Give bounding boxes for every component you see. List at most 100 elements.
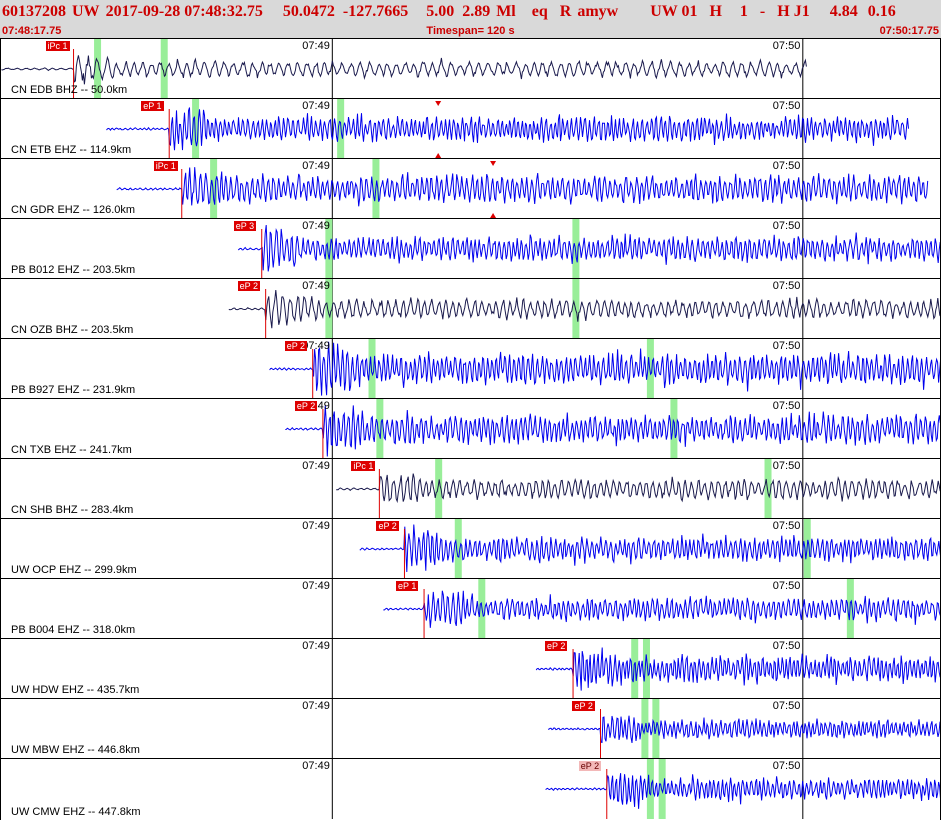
waveform-trace <box>547 715 940 744</box>
waveform-trace <box>383 590 940 628</box>
header-review: R <box>559 3 572 20</box>
waveform-panel[interactable]: 07:49 07:50 eP 2 PB B927 EHZ -- 231.9km <box>0 338 941 398</box>
minute-tick-label: 07:50 <box>772 100 801 112</box>
waveform-trace <box>116 167 929 207</box>
header-event-type: eq <box>531 3 548 20</box>
channel-distance-label: CN GDR EHZ -- 126.0km <box>11 204 136 216</box>
phase-pick-label[interactable]: eP 3 <box>233 221 257 231</box>
channel-distance-label: CN SHB BHZ -- 283.4km <box>11 504 134 516</box>
header-crust: H J1 <box>777 3 810 20</box>
phase-pick-label[interactable]: eP 2 <box>284 341 308 351</box>
minute-tick-label: 07:50 <box>772 40 801 52</box>
waveform-panel[interactable]: 07:49 07:50 iPc 1 CN SHB BHZ -- 283.4km <box>0 458 941 518</box>
waveform-trace <box>237 224 940 272</box>
header-analyst: amyw <box>577 3 619 20</box>
channel-distance-label: UW OCP EHZ -- 299.9km <box>11 564 137 576</box>
minute-tick-label: 07:49 <box>302 220 330 232</box>
waveform-trace <box>359 524 940 573</box>
phase-pick-label[interactable]: eP 1 <box>396 581 419 591</box>
minute-tick-label: 07:49 <box>302 460 330 472</box>
phase-pick-label[interactable]: eP 2 <box>545 641 568 651</box>
phase-pick-label[interactable]: eP 2 <box>572 701 595 711</box>
phase-pick-label[interactable]: eP 2 <box>237 281 261 291</box>
waveform-trace <box>1 55 807 85</box>
phase-pick-label[interactable]: eP 1 <box>141 101 164 111</box>
header-rms2: 0.16 <box>867 3 896 20</box>
minute-tick-label: 07:50 <box>772 400 801 412</box>
predicted-arrival-marker <box>454 519 462 578</box>
minute-tick-label: 07:50 <box>772 280 801 292</box>
header-rms1: 4.84 <box>829 3 858 20</box>
minute-tick-label: 07:49 <box>302 580 330 592</box>
header-dash: - <box>759 3 766 20</box>
waveform-panel[interactable]: 07:49 07:50 iPc 1 CN EDB BHZ -- 50.0km <box>0 38 941 98</box>
waveform-panel[interactable]: 07:49 07:50 eP 2 UW MBW EHZ -- 446.8km <box>0 698 941 758</box>
end-time-label: 07:50:17.75 <box>879 25 939 37</box>
header-depth: 5.00 <box>426 3 455 20</box>
channel-distance-label: UW CMW EHZ -- 447.8km <box>11 806 141 818</box>
channel-distance-label: PB B012 EHZ -- 203.5km <box>11 264 136 276</box>
predicted-arrival-marker <box>376 399 384 458</box>
phase-pick-label[interactable]: eP 2 <box>376 521 399 531</box>
minute-tick-label: 07:50 <box>772 460 801 472</box>
minute-tick-label: 07:50 <box>772 340 801 352</box>
waveform-panel[interactable]: 07:49 07:50 iPc 1 CN GDR EHZ -- 126.0km <box>0 158 941 218</box>
minute-tick-label: 07:49 <box>302 700 330 712</box>
waveform-trace <box>285 405 940 457</box>
minute-tick-label: 07:49 <box>302 520 330 532</box>
event-summary-header: 60137208 UW 2017-09-28 07:48:32.75 50.0472-… <box>0 0 941 24</box>
waveform-panel[interactable]: 07:49 07:50 eP 3 PB B012 EHZ -- 203.5km <box>0 218 941 278</box>
waveform-trace <box>228 290 940 329</box>
phase-pick-label[interactable]: eP 2 <box>578 761 602 771</box>
phase-pick-label[interactable]: eP 2 <box>294 401 318 411</box>
predicted-arrival-marker <box>210 159 218 218</box>
amplitude-flag-icon[interactable] <box>435 101 442 106</box>
predicted-arrival-marker <box>658 759 666 819</box>
header-longitude: -127.7665 <box>342 3 409 20</box>
minute-tick-label: 07:49 <box>302 640 330 652</box>
waveform-panel[interactable]: 07:4907:50eP 2CN TXB EHZ -- 241.7km <box>0 398 941 458</box>
minute-tick-label: 07:50 <box>772 640 801 652</box>
waveform-panel[interactable]: 07:49 07:50 eP 2 CN OZB BHZ -- 203.5km <box>0 278 941 338</box>
waveform-trace <box>336 473 940 504</box>
phase-pick-label[interactable]: iPc 1 <box>351 461 376 471</box>
channel-distance-label: CN ETB EHZ -- 114.9km <box>11 144 132 156</box>
channel-distance-label: UW MBW EHZ -- 446.8km <box>11 744 140 756</box>
waveform-trace <box>545 773 940 809</box>
minute-tick-label: 07:49 <box>302 160 330 172</box>
waveform-trace <box>535 647 940 691</box>
phase-pick-label[interactable]: iPc 1 <box>45 41 70 51</box>
minute-tick-label: 07:50 <box>772 160 801 172</box>
minute-tick-label: 07:49 <box>302 280 330 292</box>
channel-distance-label: PB B004 EHZ -- 318.0km <box>11 624 136 636</box>
channel-distance-label: CN TXB EHZ -- 241.7km <box>11 444 132 456</box>
amplitude-flag-icon[interactable] <box>490 161 497 166</box>
header-origin-time: 2017-09-28 07:48:32.75 <box>105 3 263 20</box>
minute-tick-label: 07:50 <box>772 580 801 592</box>
waveform-panel[interactable]: 07:49 07:50 eP 2 UW HDW EHZ -- 435.7km <box>0 638 941 698</box>
predicted-arrival-marker <box>631 639 639 698</box>
minute-tick-label: 07:49 <box>302 760 330 772</box>
header-gtype: H <box>709 3 722 20</box>
header-mag-type: Ml <box>496 3 516 20</box>
channel-distance-label: CN EDB BHZ -- 50.0km <box>11 84 128 96</box>
minute-tick-label: 07:50 <box>772 760 801 772</box>
waveform-panel-stack: 07:49 07:50 iPc 1 CN EDB BHZ -- 50.0km 07:49… <box>0 38 941 820</box>
header-source: UW 01 <box>650 3 698 20</box>
minute-tick-label: 07:50 <box>772 520 801 532</box>
waveform-panel[interactable]: 07:49 07:50 eP 2 UW OCP EHZ -- 299.9km <box>0 518 941 578</box>
minute-tick-label: 07:50 <box>772 220 801 232</box>
header-nph: 1 <box>739 3 748 20</box>
waveform-panel[interactable]: 07:49 07:50 eP 1 PB B004 EHZ -- 318.0km <box>0 578 941 638</box>
waveform-panel[interactable]: 07:49 07:50 eP 1 CN ETB EHZ -- 114.9km <box>0 98 941 158</box>
minute-tick-label: 07:49 <box>302 40 330 52</box>
header-magnitude: 2.89 <box>462 3 491 20</box>
phase-pick-label[interactable]: iPc 1 <box>153 161 178 171</box>
predicted-arrival-marker <box>642 639 650 698</box>
channel-distance-label: PB B927 EHZ -- 231.9km <box>11 384 136 396</box>
waveform-trace <box>106 107 909 151</box>
time-range-bar: 07:48:17.75 Timespan= 120 s 07:50:17.75 <box>0 24 941 38</box>
waveform-panel[interactable]: 07:49 07:50 eP 2 UW CMW EHZ -- 447.8km <box>0 758 941 820</box>
minute-tick-label: 07:49 <box>302 100 330 112</box>
minute-tick-label: 07:50 <box>772 700 801 712</box>
